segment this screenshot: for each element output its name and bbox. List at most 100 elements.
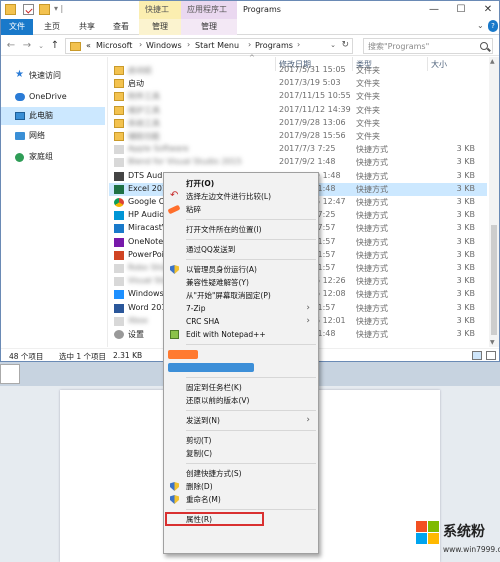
sidebar-item-this-pc[interactable]: 此电脑	[1, 107, 105, 125]
menu-item[interactable]: 从"开始"屏幕取消固定(P)	[164, 289, 318, 302]
menu-item[interactable]: 重命名(M)	[164, 493, 318, 506]
tab-file[interactable]: 文件	[1, 19, 33, 35]
table-row[interactable]: 系统工具 2017/9/28 13:06 文件夹	[109, 117, 487, 130]
menu-item[interactable]: Edit with Notepad++	[164, 328, 318, 341]
file-size: 3 KB	[456, 289, 475, 299]
tab-manage-shortcut[interactable]: 管理	[139, 19, 181, 35]
file-size: 3 KB	[456, 170, 475, 180]
menu-item[interactable]: 打开(O)	[164, 177, 318, 190]
tab-view[interactable]: 查看	[109, 19, 133, 35]
menu-item[interactable]: 以管理员身份运行(A)	[164, 263, 318, 276]
recent-locations-icon[interactable]: ⌄	[35, 39, 47, 53]
file-type: 文件夹	[356, 132, 380, 141]
back-button[interactable]: ←	[5, 39, 17, 53]
scroll-thumb[interactable]	[491, 225, 497, 335]
folder-icon[interactable]	[5, 4, 16, 15]
menu-item[interactable]: CRC SHA ›	[164, 315, 318, 328]
breadcrumb-windows[interactable]: Windows	[146, 41, 182, 50]
network-icon	[15, 132, 25, 140]
table-row[interactable]: 附件工具 2017/11/15 10:55 文件夹	[109, 90, 487, 103]
table-row[interactable]: 启动前 2017/5/31 15:05 文件夹	[109, 64, 487, 77]
details-view-button[interactable]	[472, 351, 482, 360]
file-name: Blend for Visual Studio 2015	[128, 157, 242, 167]
menu-item[interactable]: 兼容性疑难解答(Y)	[164, 276, 318, 289]
menu-item[interactable]	[164, 361, 318, 374]
file-name: 辅助功能	[128, 132, 160, 141]
shortcut-icon	[114, 316, 124, 326]
chevron-right-icon[interactable]: ›	[297, 40, 300, 49]
menu-item-label: 删除(D)	[186, 482, 213, 491]
file-date: 2017/5/31 15:05	[279, 65, 346, 74]
powerpoint-icon	[114, 250, 124, 260]
breadcrumb-microsoft[interactable]: Microsoft	[96, 41, 132, 50]
folder-icon	[70, 42, 81, 51]
tab-home[interactable]: 主页	[39, 19, 65, 35]
vertical-scrollbar[interactable]: ▲ ▼	[489, 57, 499, 347]
menu-item[interactable]: 还原以前的版本(V)	[164, 394, 318, 407]
up-button[interactable]: ↑	[49, 39, 61, 53]
shortcut-icon	[114, 277, 124, 287]
breadcrumb-start-menu[interactable]: Start Menu	[195, 41, 239, 50]
tab-manage-app[interactable]: 管理	[181, 19, 237, 35]
new-folder-icon[interactable]	[39, 4, 50, 15]
sidebar-item-network[interactable]: 网络	[1, 127, 105, 145]
sidebar-item-quick-access[interactable]: ★ 快速访问	[1, 67, 105, 85]
selection-count: 选中 1 个项目	[59, 352, 107, 361]
chevron-down-icon[interactable]: ⌄	[330, 41, 336, 49]
scroll-down-icon[interactable]: ▼	[490, 339, 495, 346]
table-row[interactable]: 维护工具 2017/11/12 14:39 文件夹	[109, 104, 487, 117]
close-button[interactable]: ✕	[475, 1, 499, 19]
chevron-right-icon[interactable]: ›	[139, 40, 142, 49]
menu-item[interactable]: 粘碎	[164, 203, 318, 216]
help-icon[interactable]: ?	[488, 20, 498, 32]
menu-item[interactable]: 发送到(N) ›	[164, 414, 318, 427]
address-bar[interactable]: « Microsoft › Windows › Start Menu › Pro…	[65, 38, 353, 54]
minimize-button[interactable]: —	[421, 1, 447, 19]
file-type: 快捷方式	[356, 171, 388, 181]
file-name: 附件工具	[128, 92, 160, 102]
sidebar-item-onedrive[interactable]: OneDrive	[1, 88, 105, 106]
file-date: 2017/9/28 13:06	[279, 117, 346, 127]
menu-item[interactable]: 打开文件所在的位置(I)	[164, 223, 318, 236]
menu-item[interactable]: 复制(C)	[164, 447, 318, 460]
tab-share[interactable]: 共享	[75, 19, 99, 35]
search-input[interactable]: 搜索"Programs"	[363, 38, 493, 54]
scroll-up-icon[interactable]: ▲	[490, 58, 495, 65]
thumbnail	[0, 364, 20, 384]
menu-item[interactable]: 剪切(T)	[164, 434, 318, 447]
menu-item[interactable]: 删除(D)	[164, 480, 318, 493]
quick-access-dropdown-icon[interactable]: ▾ |	[54, 4, 63, 13]
properties-icon[interactable]	[23, 4, 34, 15]
large-icons-view-button[interactable]	[486, 351, 496, 360]
menu-item-label: Edit with Notepad++	[186, 330, 266, 339]
maximize-button[interactable]: ☐	[448, 1, 474, 19]
breadcrumb-programs[interactable]: Programs	[255, 41, 293, 50]
folder-icon	[114, 66, 124, 75]
breadcrumb-overflow[interactable]: «	[86, 41, 91, 50]
dts-icon	[114, 171, 124, 181]
pane-divider[interactable]	[107, 57, 108, 347]
file-size: 3 KB	[456, 263, 475, 272]
refresh-icon[interactable]: ↻	[341, 40, 349, 50]
sidebar-item-homegroup[interactable]: 家庭组	[1, 148, 105, 166]
chevron-down-icon[interactable]: ⌄	[477, 21, 487, 31]
file-type: 快捷方式	[356, 277, 388, 287]
table-row[interactable]: Blend for Visual Studio 2015 2017/9/2 1:4…	[109, 156, 487, 169]
chevron-right-icon[interactable]: ›	[187, 40, 190, 49]
forward-button[interactable]: →	[21, 39, 33, 53]
menu-item[interactable]	[164, 348, 318, 361]
file-name: 系统工具	[128, 118, 160, 128]
menu-item[interactable]: 7-Zip ›	[164, 302, 318, 315]
menu-item[interactable]: ↶ 选择左边文件进行比较(L)	[164, 190, 318, 203]
menu-item[interactable]: 固定到任务栏(K)	[164, 381, 318, 394]
chevron-right-icon[interactable]: ›	[248, 40, 251, 49]
table-row[interactable]: 启动 2017/3/19 5:03 文件夹	[109, 77, 487, 90]
menu-item[interactable]: 创建快捷方式(S)	[164, 467, 318, 480]
file-size: 3 KB	[456, 302, 475, 312]
menu-item-label: 7-Zip	[186, 304, 206, 313]
item-count: 48 个项目	[9, 352, 44, 361]
table-row[interactable]: Apple Software 2017/7/3 7:25 快捷方式 3 KB	[109, 143, 487, 156]
menu-item[interactable]: 通过QQ发送到	[164, 243, 318, 256]
menu-separator	[186, 463, 316, 464]
table-row[interactable]: 辅助功能 2017/9/28 15:56 文件夹	[109, 130, 487, 143]
